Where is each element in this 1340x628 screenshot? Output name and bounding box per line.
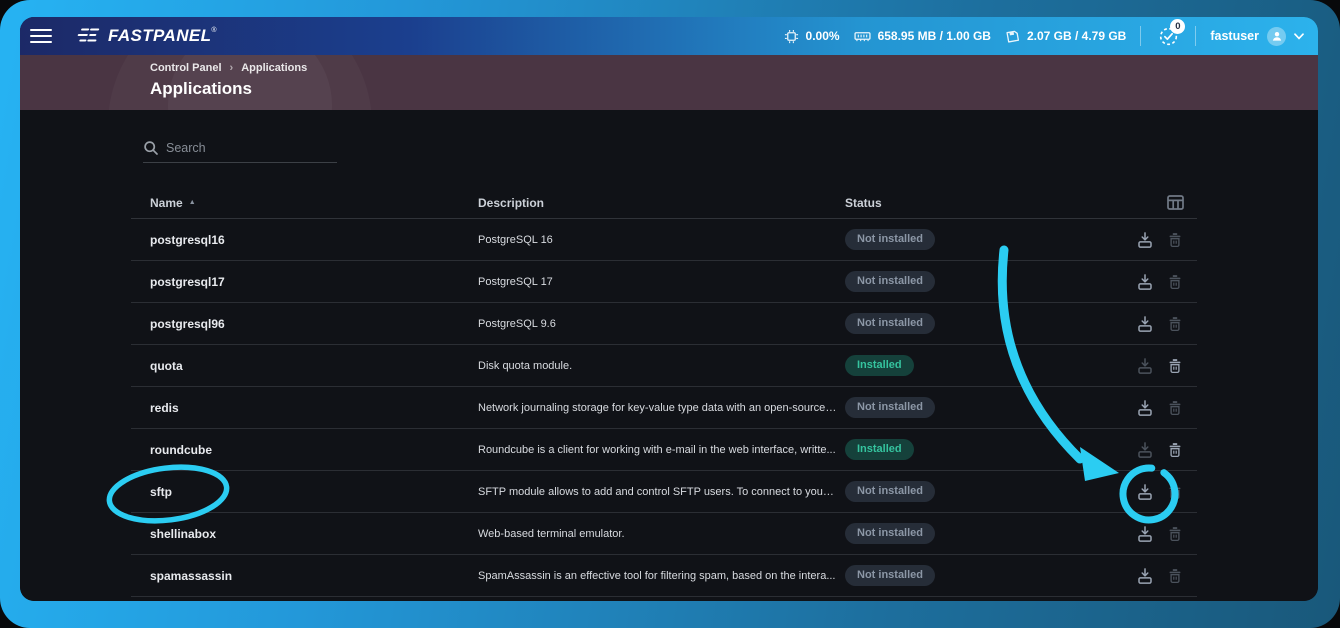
status-badge: Not installed	[845, 397, 935, 418]
search-icon	[143, 140, 159, 156]
brand-name: FASTPANEL	[108, 26, 211, 46]
app-name: postgresql16	[131, 233, 478, 247]
memory-usage-stat: 658.95 MB / 1.00 GB	[854, 29, 991, 43]
install-icon[interactable]	[1135, 230, 1155, 250]
app-description: Web-based terminal emulator.	[478, 528, 845, 540]
app-description: Roundcube is a client for working with e…	[478, 444, 845, 456]
delete-icon[interactable]	[1165, 440, 1185, 460]
user-menu[interactable]: fastuser	[1210, 27, 1304, 46]
app-description: SFTP module allows to add and control SF…	[478, 486, 845, 498]
app-name: spamassassin	[131, 569, 478, 583]
brand-registered-mark: ®	[211, 27, 216, 34]
top-navbar: FASTPANEL ® 0.00% 658.95 MB / 1	[20, 17, 1318, 55]
table-row-sftp: sftp SFTP module allows to add and contr…	[131, 471, 1197, 513]
topbar-divider	[1140, 26, 1141, 46]
app-description: Disk quota module.	[478, 360, 845, 372]
ram-icon	[854, 30, 871, 43]
app-description: PostgreSQL 17	[478, 276, 845, 288]
table-row: postgresql96 PostgreSQL 9.6 Not installe…	[131, 303, 1197, 345]
table-columns-icon[interactable]	[1167, 195, 1184, 213]
cpu-usage-value: 0.00%	[806, 29, 840, 43]
page-title: Applications	[150, 79, 252, 99]
search-input[interactable]	[166, 141, 326, 155]
delete-icon	[1165, 230, 1185, 250]
table-header-row: Name ▲ Description Status	[131, 187, 1197, 219]
brand-logo[interactable]: FASTPANEL ®	[76, 26, 217, 46]
column-header-description: Description	[478, 196, 845, 210]
install-icon[interactable]	[1135, 524, 1155, 544]
username-label: fastuser	[1210, 29, 1259, 43]
table-row: quota Disk quota module. Installed	[131, 345, 1197, 387]
app-window: FASTPANEL ® 0.00% 658.95 MB / 1	[20, 17, 1318, 601]
app-name: postgresql96	[131, 317, 478, 331]
status-badge: Not installed	[845, 523, 935, 544]
delete-icon	[1165, 482, 1185, 502]
install-icon[interactable]	[1135, 272, 1155, 292]
sort-asc-icon: ▲	[189, 199, 196, 206]
hamburger-menu-icon[interactable]	[20, 17, 62, 55]
table-row: postgresql16 PostgreSQL 16 Not installed	[131, 219, 1197, 261]
status-badge: Not installed	[845, 481, 935, 502]
main-content: Name ▲ Description Status postgresql16 P…	[20, 110, 1318, 601]
app-name: postgresql17	[131, 275, 478, 289]
install-icon	[1135, 440, 1155, 460]
app-description: Network journaling storage for key-value…	[478, 402, 845, 414]
tasks-count-badge: 0	[1170, 19, 1185, 34]
delete-icon	[1165, 398, 1185, 418]
breadcrumb-control-panel[interactable]: Control Panel	[150, 62, 222, 74]
install-icon	[1135, 356, 1155, 376]
status-badge: Not installed	[845, 229, 935, 250]
table-row: redis Network journaling storage for key…	[131, 387, 1197, 429]
status-badge: Installed	[845, 355, 914, 376]
app-description: PostgreSQL 16	[478, 234, 845, 246]
page-header-band: Control Panel › Applications Application…	[20, 55, 1318, 110]
app-name: shellinabox	[131, 527, 478, 541]
breadcrumb-separator: ›	[230, 62, 234, 74]
disk-usage-value: 2.07 GB / 4.79 GB	[1027, 29, 1126, 43]
equalizer-logo-icon	[76, 26, 102, 44]
app-name: sftp	[131, 485, 478, 499]
disk-usage-stat: 2.07 GB / 4.79 GB	[1005, 29, 1126, 44]
cpu-usage-stat: 0.00%	[784, 29, 840, 44]
status-badge: Not installed	[845, 565, 935, 586]
table-row: roundcube Roundcube is a client for work…	[131, 429, 1197, 471]
chevron-down-icon	[1294, 33, 1304, 40]
status-badge: Not installed	[845, 271, 935, 292]
install-icon[interactable]	[1135, 398, 1155, 418]
delete-icon[interactable]	[1165, 356, 1185, 376]
status-badge: Not installed	[845, 313, 935, 334]
memory-usage-value: 658.95 MB / 1.00 GB	[878, 29, 991, 43]
app-description: SpamAssassin is an effective tool for fi…	[478, 570, 845, 582]
applications-table: Name ▲ Description Status postgresql16 P…	[131, 187, 1197, 597]
search-field[interactable]	[143, 133, 337, 163]
table-row: shellinabox Web-based terminal emulator.…	[131, 513, 1197, 555]
disk-icon	[1005, 29, 1020, 44]
topbar-divider	[1195, 26, 1196, 46]
pending-tasks-button[interactable]: 0	[1155, 23, 1181, 49]
delete-icon	[1165, 272, 1185, 292]
install-icon[interactable]	[1135, 566, 1155, 586]
delete-icon	[1165, 566, 1185, 586]
app-name: roundcube	[131, 443, 478, 457]
delete-icon	[1165, 314, 1185, 334]
chip-icon	[784, 29, 799, 44]
delete-icon	[1165, 524, 1185, 544]
app-description: PostgreSQL 9.6	[478, 318, 845, 330]
breadcrumb: Control Panel › Applications	[150, 62, 307, 74]
install-icon[interactable]	[1135, 314, 1155, 334]
breadcrumb-applications: Applications	[241, 62, 307, 74]
app-name: quota	[131, 359, 478, 373]
status-badge: Installed	[845, 439, 914, 460]
user-avatar-icon	[1267, 27, 1286, 46]
table-row: postgresql17 PostgreSQL 17 Not installed	[131, 261, 1197, 303]
app-name: redis	[131, 401, 478, 415]
column-header-status: Status	[845, 196, 1071, 210]
column-header-name[interactable]: Name ▲	[131, 196, 478, 210]
table-row: spamassassin SpamAssassin is an effectiv…	[131, 555, 1197, 597]
install-icon-sftp[interactable]	[1135, 482, 1155, 502]
